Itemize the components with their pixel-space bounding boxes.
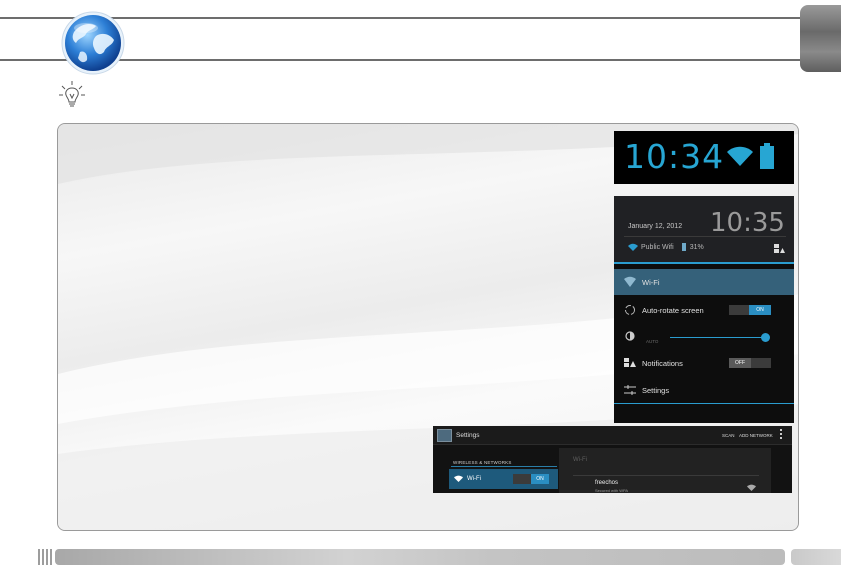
wifi-networks-pane: Wi-Fi freechos Secured with WPA	[559, 448, 771, 493]
toggle-state: ON	[531, 474, 549, 484]
toggle-state: OFF	[729, 358, 751, 368]
wifi-icon	[628, 243, 638, 251]
battery-small-icon	[681, 243, 686, 251]
notification-shade-screenshot: January 12, 2012 10:35 Public Wifi 31% W…	[614, 196, 794, 423]
rotate-toggle[interactable]: ON	[729, 305, 771, 315]
overflow-menu-icon[interactable]	[780, 429, 782, 441]
qs-label: Auto-rotate screen	[642, 305, 704, 315]
globe-icon	[61, 11, 125, 75]
settings-app-icon	[437, 429, 452, 442]
settings-sliders-icon	[624, 385, 636, 395]
brightness-slider-knob[interactable]	[761, 333, 770, 342]
pane-divider	[573, 475, 759, 476]
qs-item-notifications[interactable]: Notifications OFF	[614, 350, 794, 376]
qs-item-settings[interactable]: Settings	[614, 377, 794, 403]
chapter-tab	[800, 5, 841, 72]
shade-accent-line	[614, 262, 794, 264]
add-network-button[interactable]: ADD NETWORK	[739, 433, 773, 438]
shade-date: January 12, 2012	[628, 223, 683, 230]
scan-button[interactable]: SCAN	[722, 433, 735, 438]
shade-network-row: Public Wifi 31%	[628, 243, 704, 251]
toggle-state: ON	[749, 305, 771, 315]
wifi-icon	[624, 276, 636, 287]
wifi-icon	[454, 475, 463, 482]
qs-label: Wi-Fi	[642, 277, 660, 287]
qs-item-wifi[interactable]: Wi-Fi	[614, 269, 794, 295]
network-status: Secured with WPA	[595, 488, 629, 493]
status-clock: 10:34	[624, 137, 725, 176]
battery-level: 31%	[689, 243, 704, 251]
lightbulb-icon	[59, 81, 85, 107]
shade-time: 10:35	[710, 208, 785, 238]
qs-label: Settings	[642, 385, 670, 395]
settings-title: Settings	[456, 432, 480, 439]
wifi-lock-icon	[747, 484, 756, 491]
rotate-icon	[625, 305, 635, 315]
wifi-row-label: Wi-Fi	[467, 476, 481, 482]
network-name: Public Wifi	[641, 243, 674, 251]
notifications-icon	[774, 244, 785, 253]
section-header: WIRELESS & NETWORKS	[453, 460, 512, 465]
status-bar-screenshot: 10:34	[614, 131, 794, 184]
brightness-slider-track[interactable]	[670, 337, 764, 338]
notifications-toggle[interactable]: OFF	[729, 358, 771, 368]
qs-item-auto-rotate[interactable]: Auto-rotate screen ON	[614, 297, 794, 323]
battery-icon	[760, 143, 774, 169]
wifi-toggle[interactable]: ON	[513, 474, 549, 484]
wifi-settings-row[interactable]: Wi-Fi ON	[449, 469, 558, 489]
shade-divider	[624, 236, 786, 237]
pane-title: Wi-Fi	[573, 457, 587, 463]
wifi-settings-screenshot: Settings SCAN ADD NETWORK WIRELESS & NET…	[433, 426, 792, 493]
section-divider	[451, 466, 557, 467]
notifications-icon	[624, 358, 636, 367]
footer-page-tab	[791, 549, 841, 565]
network-name[interactable]: freechos	[595, 480, 618, 486]
footer-stripes	[38, 549, 53, 565]
brightness-icon	[625, 331, 635, 341]
shade-bottom-line	[614, 403, 794, 404]
qs-label: Notifications	[642, 358, 683, 368]
footer-bar	[55, 549, 785, 565]
brightness-auto-label: AUTO	[646, 339, 659, 344]
wifi-signal-icon	[727, 146, 753, 166]
